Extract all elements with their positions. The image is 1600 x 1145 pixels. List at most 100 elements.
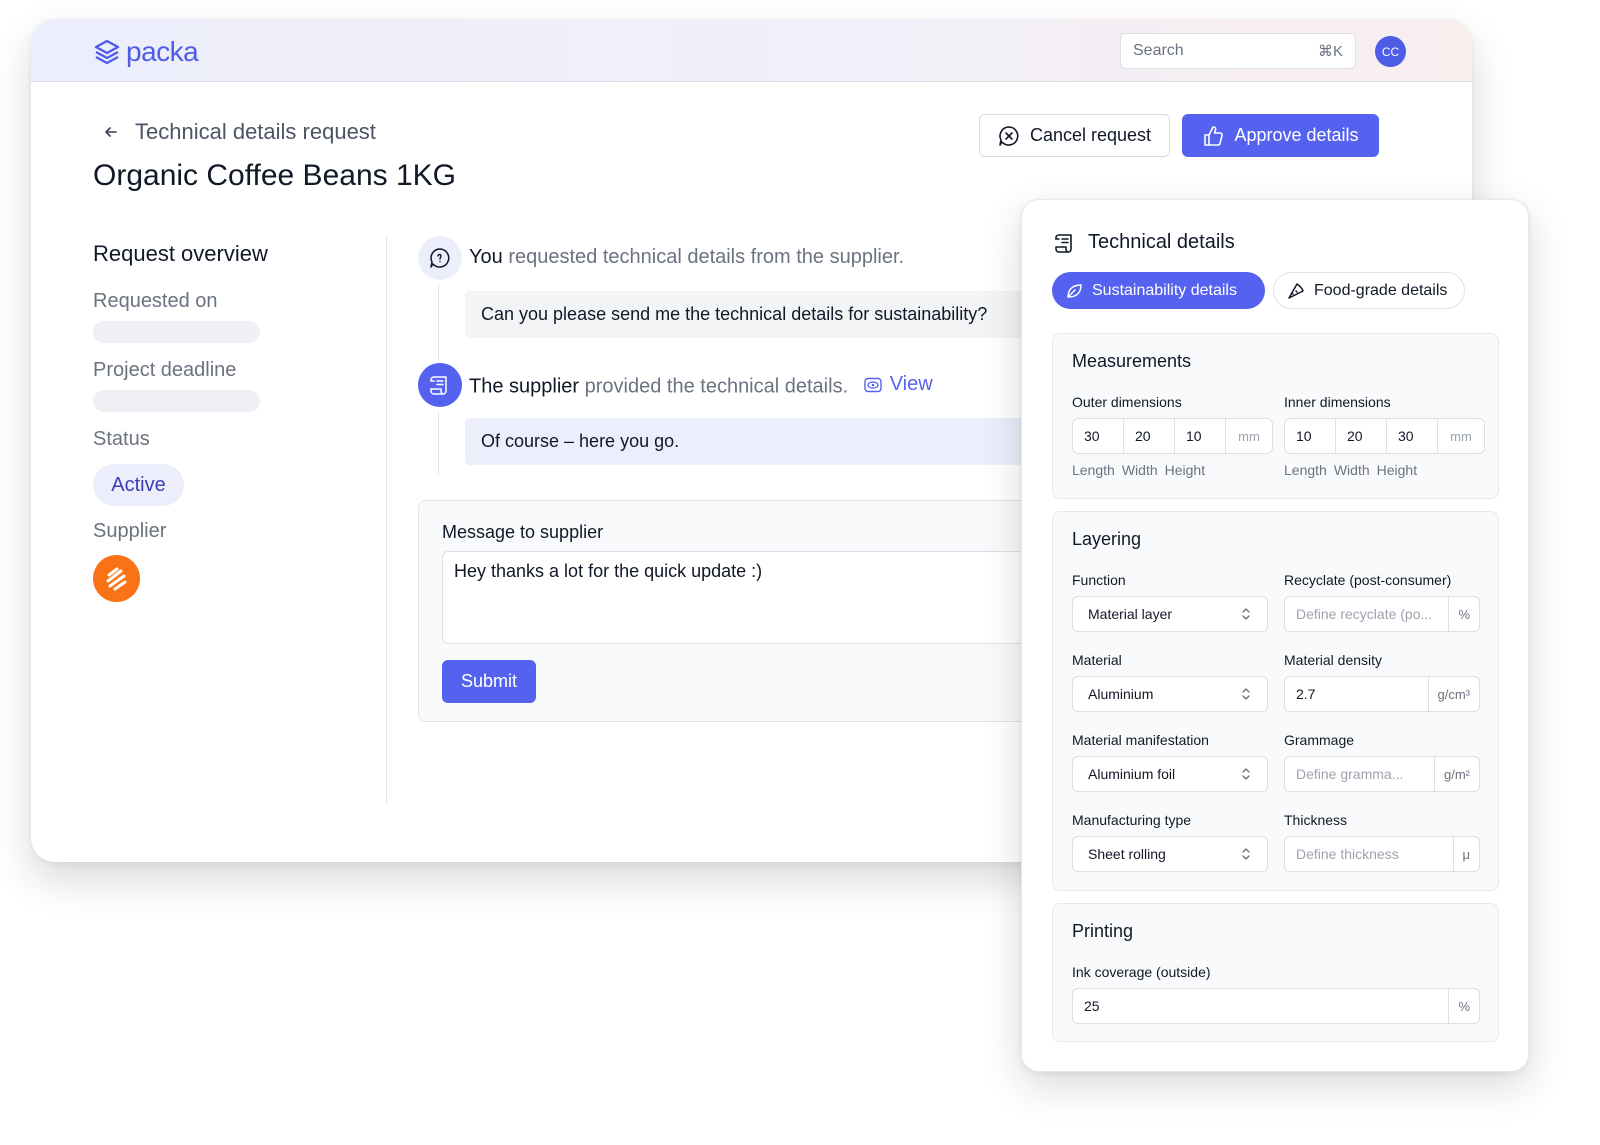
packa-logo-icon	[94, 39, 120, 65]
height-sublabel: Height	[1164, 462, 1206, 478]
panel-title: Technical details	[1088, 231, 1235, 253]
density-label: Material density	[1284, 652, 1383, 668]
recycle-placeholder: Define recyclate (po...	[1296, 606, 1433, 622]
inner-dimensions-label: Inner dimensions	[1284, 394, 1391, 410]
thread-line	[438, 411, 439, 475]
activity-action: provided the technical details.	[584, 375, 849, 398]
status-label: Status	[93, 428, 150, 450]
view-details-link[interactable]: View	[863, 373, 933, 396]
function-select[interactable]: Material layer	[1072, 596, 1268, 632]
density-input[interactable]: 2.7 g/cm³	[1284, 676, 1480, 712]
thumbs-up-icon	[1204, 125, 1224, 146]
recycle-unit: %	[1448, 597, 1479, 631]
view-link-label: View	[889, 373, 933, 395]
supplier-avatar[interactable]	[93, 555, 140, 602]
pizza-slice-icon	[1288, 282, 1304, 299]
activity-message: Can you please send me the technical det…	[465, 291, 1055, 338]
outer-unit: mm	[1238, 428, 1260, 444]
search-placeholder: Search	[1133, 42, 1184, 59]
measurements-title: Measurements	[1072, 351, 1192, 371]
grammage-label: Grammage	[1284, 732, 1355, 748]
back-arrow-icon[interactable]	[103, 124, 119, 140]
message-compose: Message to supplier Hey thanks a lot for…	[418, 500, 1062, 722]
requested-on-placeholder	[93, 321, 260, 343]
tab-label: Food-grade details	[1314, 281, 1448, 299]
technical-details-panel: Technical details Sustainability details…	[1021, 199, 1529, 1072]
avatar[interactable]: CC	[1375, 36, 1406, 67]
thickness-input[interactable]: Define thickness μ	[1284, 836, 1480, 872]
message-textarea[interactable]: Hey thanks a lot for the quick update :)	[442, 551, 1062, 644]
request-overview: Request overview Requested on Project de…	[93, 241, 268, 602]
function-value: Material layer	[1088, 606, 1173, 622]
approve-details-button[interactable]: Approve details	[1182, 114, 1379, 157]
length-sublabel: Length	[1072, 462, 1115, 478]
grammage-unit: g/m²	[1434, 757, 1479, 791]
chevron-up-down-icon	[1242, 848, 1250, 860]
breadcrumb-label[interactable]: Technical details request	[135, 119, 376, 145]
cancel-request-button[interactable]: Cancel request	[979, 114, 1170, 157]
logo[interactable]: packa	[93, 36, 199, 68]
overview-title: Request overview	[93, 241, 268, 266]
thickness-unit: μ	[1452, 837, 1480, 871]
activity-request-text: You requested technical details from the…	[469, 246, 904, 269]
outer-width-input[interactable]: 20	[1124, 419, 1175, 453]
inner-height-input[interactable]: 30	[1387, 419, 1438, 453]
document-scroll-icon	[1055, 233, 1072, 253]
thickness-label: Thickness	[1284, 812, 1348, 828]
thickness-placeholder: Define thickness	[1296, 846, 1399, 862]
tab-label: Sustainability details	[1092, 281, 1237, 299]
recycle-input[interactable]: Define recyclate (po... %	[1284, 596, 1480, 632]
submit-button[interactable]: Submit	[442, 660, 536, 703]
density-value: 2.7	[1296, 686, 1316, 702]
manufacturing-select[interactable]: Sheet rolling	[1072, 836, 1268, 872]
grammage-input[interactable]: Define gramma... g/m²	[1284, 756, 1480, 792]
material-value: Aluminium	[1088, 686, 1154, 702]
manifestation-select[interactable]: Aluminium foil	[1072, 756, 1268, 792]
activity-actor: The supplier	[469, 375, 580, 398]
chevron-up-down-icon	[1242, 688, 1250, 700]
outer-height-input[interactable]: 10	[1175, 419, 1226, 453]
section-divider	[386, 236, 387, 804]
manufacturing-label: Manufacturing type	[1072, 812, 1192, 828]
tab-sustainability-details[interactable]: Sustainability details	[1052, 272, 1265, 309]
inner-width-input[interactable]: 20	[1336, 419, 1387, 453]
tab-food-grade-details[interactable]: Food-grade details	[1273, 272, 1465, 309]
chevron-up-down-icon	[1242, 768, 1250, 780]
recycle-label: Recyclate (post-consumer)	[1284, 572, 1452, 588]
compose-label: Message to supplier	[442, 522, 604, 542]
search-shortcut: ⌘K	[1317, 43, 1343, 60]
material-select[interactable]: Aluminium	[1072, 676, 1268, 712]
eye-icon	[863, 377, 882, 392]
approve-details-label: Approve details	[1234, 125, 1359, 145]
project-deadline-placeholder	[93, 390, 260, 412]
outer-length-input[interactable]: 30	[1073, 419, 1124, 453]
layering-section: Layering Function Material layer Recycla…	[1052, 511, 1499, 891]
density-unit: g/cm³	[1427, 677, 1480, 711]
manifestation-value: Aluminium foil	[1088, 766, 1176, 782]
outer-dimensions-label: Outer dimensions	[1072, 394, 1182, 410]
printing-title: Printing	[1072, 921, 1134, 941]
activity-message: Of course – here you go.	[465, 418, 1055, 465]
top-bar: packa Search ⌘K CC	[31, 19, 1472, 82]
chevron-up-down-icon	[1242, 608, 1250, 620]
leaf-icon	[1067, 283, 1082, 298]
activity-icon-request	[418, 236, 462, 280]
inner-dimensions-input: 10 20 30 mm	[1284, 418, 1485, 454]
activity-provided-text: The supplier provided the technical deta…	[469, 373, 933, 399]
height-sublabel: Height	[1376, 462, 1418, 478]
ink-coverage-unit: %	[1448, 989, 1479, 1023]
cancel-chat-icon	[999, 125, 1019, 146]
inner-length-input[interactable]: 10	[1285, 419, 1336, 453]
ink-coverage-input[interactable]: 25 %	[1072, 988, 1480, 1024]
inner-sublabels: Length Width Height	[1284, 462, 1417, 478]
requested-on-label: Requested on	[93, 290, 218, 312]
supplier-label: Supplier	[93, 520, 167, 542]
page-title: Organic Coffee Beans 1KG	[93, 159, 456, 192]
document-scroll-icon	[430, 376, 447, 395]
layering-title: Layering	[1072, 529, 1142, 549]
material-label: Material	[1072, 652, 1122, 668]
ink-coverage-value: 25	[1084, 998, 1100, 1014]
chat-icon	[430, 248, 450, 268]
search-input[interactable]: Search ⌘K	[1120, 33, 1356, 69]
project-deadline-label: Project deadline	[93, 359, 237, 381]
